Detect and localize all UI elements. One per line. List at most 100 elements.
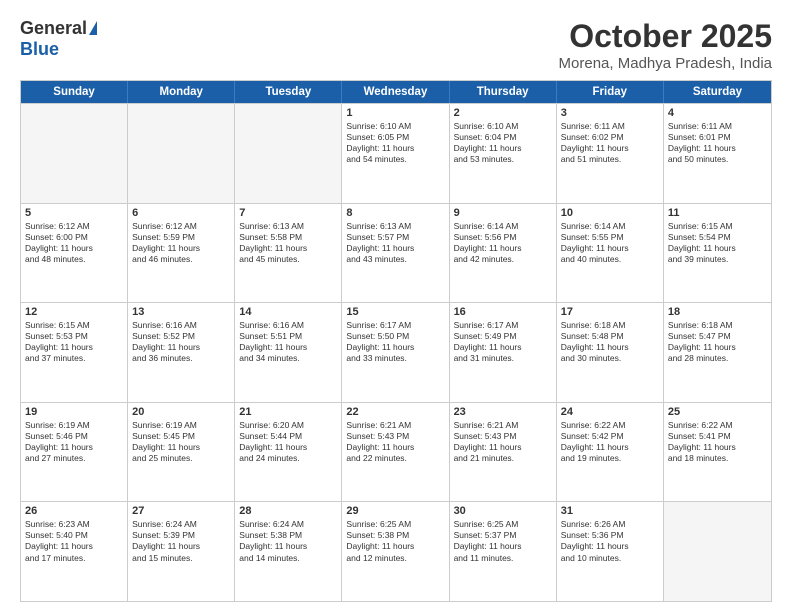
- calendar-cell: 10Sunrise: 6:14 AMSunset: 5:55 PMDayligh…: [557, 204, 664, 303]
- sunrise-text: Sunrise: 6:17 AM: [454, 320, 552, 331]
- daylight-text: Daylight: 11 hours: [561, 442, 659, 453]
- sunset-text: Sunset: 5:49 PM: [454, 331, 552, 342]
- calendar-header-cell: Tuesday: [235, 81, 342, 103]
- sunset-text: Sunset: 5:39 PM: [132, 530, 230, 541]
- sunrise-text: Sunrise: 6:21 AM: [454, 420, 552, 431]
- calendar-cell: 9Sunrise: 6:14 AMSunset: 5:56 PMDaylight…: [450, 204, 557, 303]
- daylight-minutes-text: and 14 minutes.: [239, 553, 337, 564]
- daylight-minutes-text: and 51 minutes.: [561, 154, 659, 165]
- daylight-minutes-text: and 21 minutes.: [454, 453, 552, 464]
- title-block: October 2025 Morena, Madhya Pradesh, Ind…: [559, 18, 772, 72]
- calendar-row: 1Sunrise: 6:10 AMSunset: 6:05 PMDaylight…: [21, 103, 771, 203]
- sunrise-text: Sunrise: 6:19 AM: [132, 420, 230, 431]
- daylight-text: Daylight: 11 hours: [561, 541, 659, 552]
- calendar-cell: 17Sunrise: 6:18 AMSunset: 5:48 PMDayligh…: [557, 303, 664, 402]
- sunset-text: Sunset: 6:02 PM: [561, 132, 659, 143]
- calendar-cell: 27Sunrise: 6:24 AMSunset: 5:39 PMDayligh…: [128, 502, 235, 601]
- daylight-minutes-text: and 53 minutes.: [454, 154, 552, 165]
- main-title: October 2025: [559, 18, 772, 55]
- sunrise-text: Sunrise: 6:21 AM: [346, 420, 444, 431]
- calendar-cell: 23Sunrise: 6:21 AMSunset: 5:43 PMDayligh…: [450, 403, 557, 502]
- calendar-cell: 4Sunrise: 6:11 AMSunset: 6:01 PMDaylight…: [664, 104, 771, 203]
- calendar-cell: 30Sunrise: 6:25 AMSunset: 5:37 PMDayligh…: [450, 502, 557, 601]
- day-number: 31: [561, 505, 659, 517]
- daylight-text: Daylight: 11 hours: [25, 243, 123, 254]
- daylight-text: Daylight: 11 hours: [668, 143, 767, 154]
- sunset-text: Sunset: 5:52 PM: [132, 331, 230, 342]
- calendar-cell: 31 Sunrise: 6:26 AMSunset: 5:36 PMDayligh…: [557, 502, 664, 601]
- daylight-text: Daylight: 11 hours: [561, 243, 659, 254]
- sunset-text: Sunset: 5:42 PM: [561, 431, 659, 442]
- daylight-text: Daylight: 11 hours: [132, 342, 230, 353]
- sunset-text: Sunset: 5:51 PM: [239, 331, 337, 342]
- sunrise-text: Sunrise: 6:13 AM: [346, 221, 444, 232]
- daylight-minutes-text: and 19 minutes.: [561, 453, 659, 464]
- daylight-minutes-text: and 48 minutes.: [25, 254, 123, 265]
- calendar-body: 1Sunrise: 6:10 AMSunset: 6:05 PMDaylight…: [21, 103, 771, 601]
- calendar-cell: 11Sunrise: 6:15 AMSunset: 5:54 PMDayligh…: [664, 204, 771, 303]
- daylight-minutes-text: and 17 minutes.: [25, 553, 123, 564]
- day-number: 7: [239, 207, 337, 219]
- day-number: 27: [132, 505, 230, 517]
- daylight-text: Daylight: 11 hours: [346, 243, 444, 254]
- sunrise-text: Sunrise: 6:12 AM: [25, 221, 123, 232]
- calendar-header: SundayMondayTuesdayWednesdayThursdayFrid…: [21, 81, 771, 103]
- daylight-text: Daylight: 11 hours: [454, 143, 552, 154]
- sunset-text: Sunset: 5:50 PM: [346, 331, 444, 342]
- daylight-text: Daylight: 11 hours: [25, 442, 123, 453]
- logo-general-text: General: [20, 18, 87, 39]
- daylight-minutes-text: and 54 minutes.: [346, 154, 444, 165]
- calendar-cell: 1Sunrise: 6:10 AMSunset: 6:05 PMDaylight…: [342, 104, 449, 203]
- sunset-text: Sunset: 5:46 PM: [25, 431, 123, 442]
- day-number: 11: [668, 207, 767, 219]
- daylight-text: Daylight: 11 hours: [454, 541, 552, 552]
- calendar-row: 26Sunrise: 6:23 AMSunset: 5:40 PMDayligh…: [21, 501, 771, 601]
- sunrise-text: Sunrise: 6:11 AM: [668, 121, 767, 132]
- daylight-minutes-text: and 50 minutes.: [668, 154, 767, 165]
- day-number: 18: [668, 306, 767, 318]
- calendar-cell: 25Sunrise: 6:22 AMSunset: 5:41 PMDayligh…: [664, 403, 771, 502]
- daylight-minutes-text: and 39 minutes.: [668, 254, 767, 265]
- day-number: 8: [346, 207, 444, 219]
- daylight-minutes-text: and 31 minutes.: [454, 353, 552, 364]
- calendar-header-cell: Wednesday: [342, 81, 449, 103]
- sunrise-text: Sunrise: 6:12 AM: [132, 221, 230, 232]
- sunset-text: Sunset: 6:05 PM: [346, 132, 444, 143]
- daylight-minutes-text: and 25 minutes.: [132, 453, 230, 464]
- day-number: 1: [346, 107, 444, 119]
- calendar-cell: 6Sunrise: 6:12 AMSunset: 5:59 PMDaylight…: [128, 204, 235, 303]
- sunrise-text: Sunrise: 6:22 AM: [561, 420, 659, 431]
- day-number: 30: [454, 505, 552, 517]
- day-number: 26: [25, 505, 123, 517]
- day-number: 23: [454, 406, 552, 418]
- calendar-cell: 20Sunrise: 6:19 AMSunset: 5:45 PMDayligh…: [128, 403, 235, 502]
- daylight-text: Daylight: 11 hours: [668, 442, 767, 453]
- sunrise-text: Sunrise: 6:23 AM: [25, 519, 123, 530]
- daylight-text: Daylight: 11 hours: [668, 243, 767, 254]
- daylight-text: Daylight: 11 hours: [561, 342, 659, 353]
- sunrise-text: Sunrise: 6:17 AM: [346, 320, 444, 331]
- daylight-minutes-text: and 15 minutes.: [132, 553, 230, 564]
- daylight-minutes-text: and 30 minutes.: [561, 353, 659, 364]
- logo-triangle-icon: [89, 21, 97, 35]
- sunrise-text: Sunrise: 6:15 AM: [668, 221, 767, 232]
- sunset-text: Sunset: 6:00 PM: [25, 232, 123, 243]
- daylight-text: Daylight: 11 hours: [132, 243, 230, 254]
- day-number: 28: [239, 505, 337, 517]
- calendar-header-cell: Thursday: [450, 81, 557, 103]
- sunset-text: Sunset: 5:37 PM: [454, 530, 552, 541]
- day-number: 20: [132, 406, 230, 418]
- daylight-minutes-text: and 12 minutes.: [346, 553, 444, 564]
- day-number: 5: [25, 207, 123, 219]
- calendar-header-cell: Saturday: [664, 81, 771, 103]
- calendar-header-cell: Friday: [557, 81, 664, 103]
- sunrise-text: Sunrise: 6:26 AM: [561, 519, 659, 530]
- calendar: SundayMondayTuesdayWednesdayThursdayFrid…: [20, 80, 772, 602]
- sunrise-text: Sunrise: 6:18 AM: [668, 320, 767, 331]
- sunset-text: Sunset: 5:36 PM: [561, 530, 659, 541]
- sunset-text: Sunset: 5:58 PM: [239, 232, 337, 243]
- calendar-cell: 16Sunrise: 6:17 AMSunset: 5:49 PMDayligh…: [450, 303, 557, 402]
- day-number: 22: [346, 406, 444, 418]
- daylight-minutes-text: and 46 minutes.: [132, 254, 230, 265]
- daylight-minutes-text: and 45 minutes.: [239, 254, 337, 265]
